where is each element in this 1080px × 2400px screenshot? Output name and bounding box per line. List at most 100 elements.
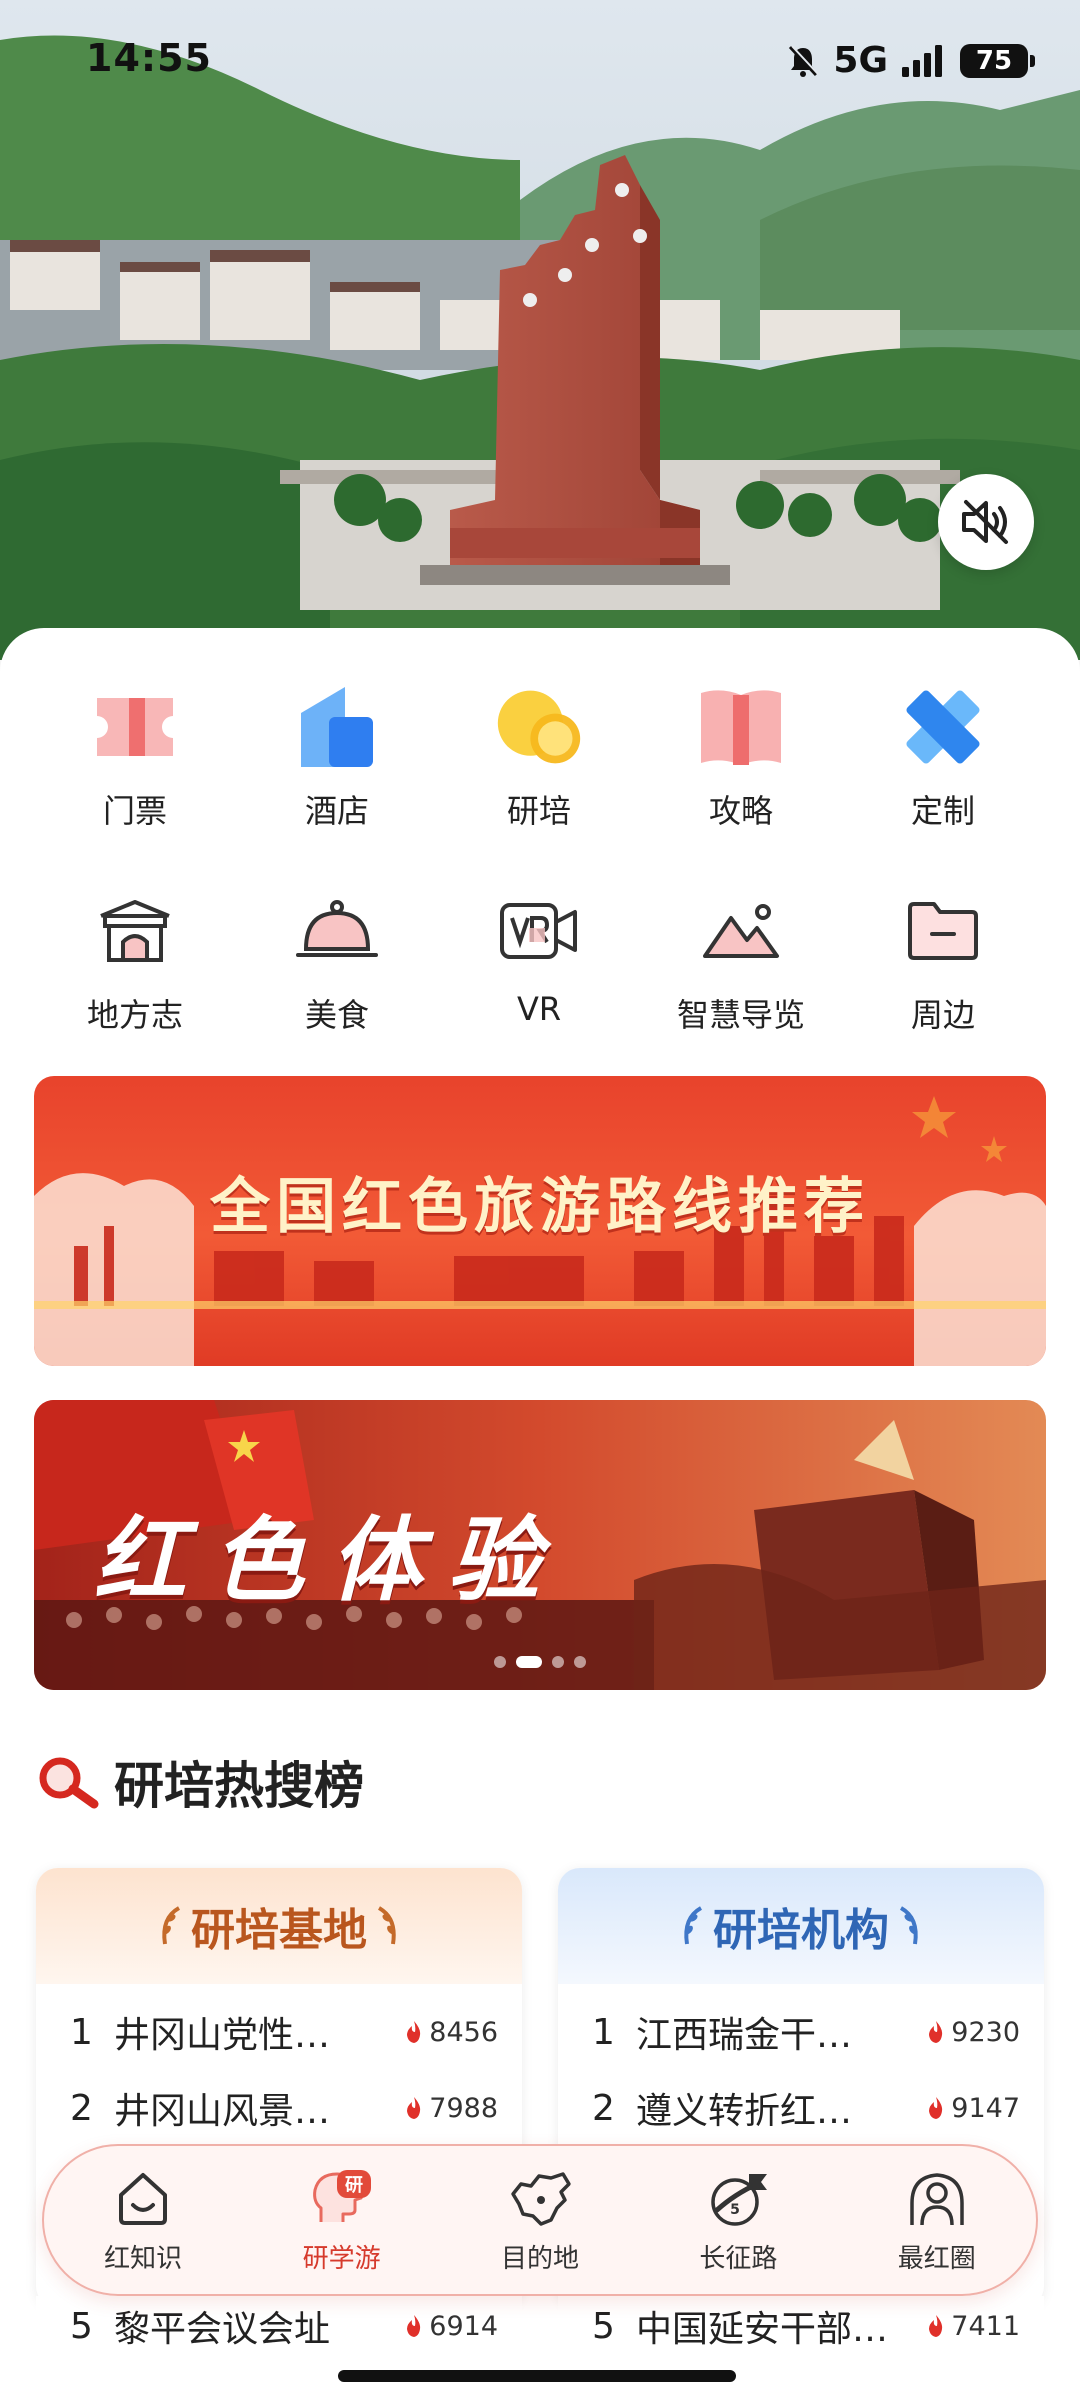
bottom-tab-bar: 红知识 研 研学游 目的地 5 长征路 最红圈 xyxy=(42,2144,1038,2296)
carousel-dot[interactable] xyxy=(552,1656,564,1668)
rank-heat-value: 9230 xyxy=(951,2016,1020,2048)
banner-red-experience[interactable]: 红色体验 xyxy=(34,1400,1046,1690)
rank-number: 1 xyxy=(70,2011,93,2053)
rank-heat: 6914 xyxy=(405,2311,498,2342)
rank-heat: 9230 xyxy=(927,2017,1020,2048)
grid-label: 研培 xyxy=(506,792,571,830)
rank-name: 井冈山风景… xyxy=(114,2091,331,2132)
network-type: 5G xyxy=(833,40,888,81)
flame-icon xyxy=(407,2097,421,2119)
svg-text:5: 5 xyxy=(730,2202,740,2218)
grid-label: VR xyxy=(516,990,562,1028)
tab-label: 最红圈 xyxy=(897,2243,976,2274)
carousel-dot[interactable] xyxy=(574,1656,586,1668)
home-indicator[interactable] xyxy=(338,2370,736,2382)
rank-heat: 7411 xyxy=(927,2311,1020,2342)
gate-icon xyxy=(90,886,180,976)
rank-number: 1 xyxy=(592,2011,615,2053)
tab-destination[interactable]: 目的地 xyxy=(450,2166,630,2275)
grid-label: 定制 xyxy=(910,792,975,830)
rank-item[interactable]: 5 黎平会议会址 6914 xyxy=(36,2296,522,2356)
signal-icon xyxy=(902,44,942,77)
rank-name: 遵义转折红… xyxy=(636,2091,853,2132)
rank-number: 2 xyxy=(592,2087,615,2129)
rank-name: 黎平会议会址 xyxy=(114,2309,331,2350)
banner-title: 红色体验 xyxy=(93,1506,566,1614)
grid-label: 美食 xyxy=(304,996,369,1034)
flame-icon xyxy=(929,2021,943,2043)
rank-item[interactable]: 5 中国延安干部… 7411 xyxy=(558,2296,1044,2356)
grid-item-custom[interactable]: 定制 xyxy=(842,682,1044,832)
status-indicators: 5G 75 xyxy=(787,40,1035,81)
grid-item-food[interactable]: 美食 xyxy=(236,886,438,1036)
rank-heat-value: 8456 xyxy=(429,2016,498,2048)
rank-name: 江西瑞金干… xyxy=(636,2015,853,2056)
hot-search-header: 研培热搜榜 xyxy=(36,1746,364,1818)
laurel-left-icon xyxy=(162,1906,181,1945)
tab-badge: 研 xyxy=(345,2175,363,2196)
banner-title: 全国红色旅游路线推荐 xyxy=(210,1172,870,1242)
rank-heat: 8456 xyxy=(405,2017,498,2048)
rank-card-header: 研培基地 xyxy=(36,1868,522,1984)
carousel-dots xyxy=(34,1656,1046,1668)
tab-red-knowledge[interactable]: 红知识 xyxy=(53,2166,233,2275)
carousel-dot-active[interactable] xyxy=(516,1656,542,1668)
rank-item[interactable]: 2 遵义转折红… 9147 xyxy=(558,2078,1044,2138)
hero-video[interactable]: 14:55 5G 75 xyxy=(0,0,1080,660)
grid-item-nearby[interactable]: 周边 xyxy=(842,886,1044,1036)
mountain-icon xyxy=(696,886,786,976)
rank-number: 5 xyxy=(70,2305,93,2347)
carousel-dot[interactable] xyxy=(494,1656,506,1668)
tab-red-circle[interactable]: 最红圈 xyxy=(847,2166,1027,2275)
laurel-right-icon xyxy=(377,1906,396,1945)
rank-item[interactable]: 2 井冈山风景… 7988 xyxy=(36,2078,522,2138)
rank-heat-value: 6914 xyxy=(429,2310,498,2342)
food-cloche-icon xyxy=(292,886,382,976)
battery-indicator: 75 xyxy=(960,43,1035,78)
hot-search-title: 研培热搜榜 xyxy=(114,1756,364,1815)
flame-icon xyxy=(407,2021,421,2043)
grid-item-study[interactable]: 研培 xyxy=(438,682,640,832)
grid-item-guide[interactable]: 攻略 xyxy=(640,682,842,832)
flame-icon xyxy=(929,2097,943,2119)
rank-number: 2 xyxy=(70,2087,93,2129)
laurel-right-icon xyxy=(899,1906,918,1945)
rank-heat-value: 9147 xyxy=(951,2092,1020,2124)
battery-level: 75 xyxy=(975,45,1013,76)
tab-study-tour[interactable]: 研 研学游 xyxy=(252,2166,432,2275)
tab-long-march[interactable]: 5 长征路 xyxy=(648,2166,828,2275)
rank-heat: 7988 xyxy=(405,2093,498,2124)
rank-name: 中国延安干部… xyxy=(636,2309,889,2350)
rank-heat-value: 7411 xyxy=(951,2310,1020,2342)
bell-muted-icon xyxy=(789,44,820,77)
grid-item-hotel[interactable]: 酒店 xyxy=(236,682,438,832)
grid-label: 地方志 xyxy=(86,996,183,1034)
grid-item-local-records[interactable]: 地方志 xyxy=(34,886,236,1036)
vr-camera-icon xyxy=(494,886,584,976)
flame-icon xyxy=(929,2315,943,2337)
study-icon xyxy=(494,682,584,772)
grid-item-tickets[interactable]: 门票 xyxy=(34,682,236,832)
grid-item-vr[interactable]: VR xyxy=(438,886,640,1036)
guide-book-icon xyxy=(696,682,786,772)
tab-label: 研学游 xyxy=(302,2243,381,2274)
grid-label: 攻略 xyxy=(708,792,773,830)
grid-item-smart-guide[interactable]: 智慧导览 xyxy=(640,886,842,1036)
rank-item[interactable]: 1 江西瑞金干… 9230 xyxy=(558,2002,1044,2062)
hotel-icon xyxy=(292,682,382,772)
flame-icon xyxy=(407,2315,421,2337)
rank-heat: 9147 xyxy=(927,2093,1020,2124)
rank-heat-value: 7988 xyxy=(429,2092,498,2124)
quick-grid-row-secondary: 地方志 美食 VR 智慧导览 周边 xyxy=(0,886,1080,1036)
rank-item[interactable]: 1 井冈山党性… 8456 xyxy=(36,2002,522,2062)
search-magnifier-icon xyxy=(39,1757,99,1809)
china-map-icon xyxy=(507,2166,573,2232)
banner-red-tourism-routes[interactable]: 全国红色旅游路线推荐 xyxy=(34,1076,1046,1366)
rank-number: 5 xyxy=(592,2305,615,2347)
laurel-left-icon xyxy=(684,1906,703,1945)
rank-card-title: 研培基地 xyxy=(191,1905,367,1956)
tab-label: 红知识 xyxy=(104,2243,183,2274)
custom-icon xyxy=(898,682,988,772)
mute-button[interactable] xyxy=(938,474,1034,570)
status-time: 14:55 xyxy=(86,36,212,80)
